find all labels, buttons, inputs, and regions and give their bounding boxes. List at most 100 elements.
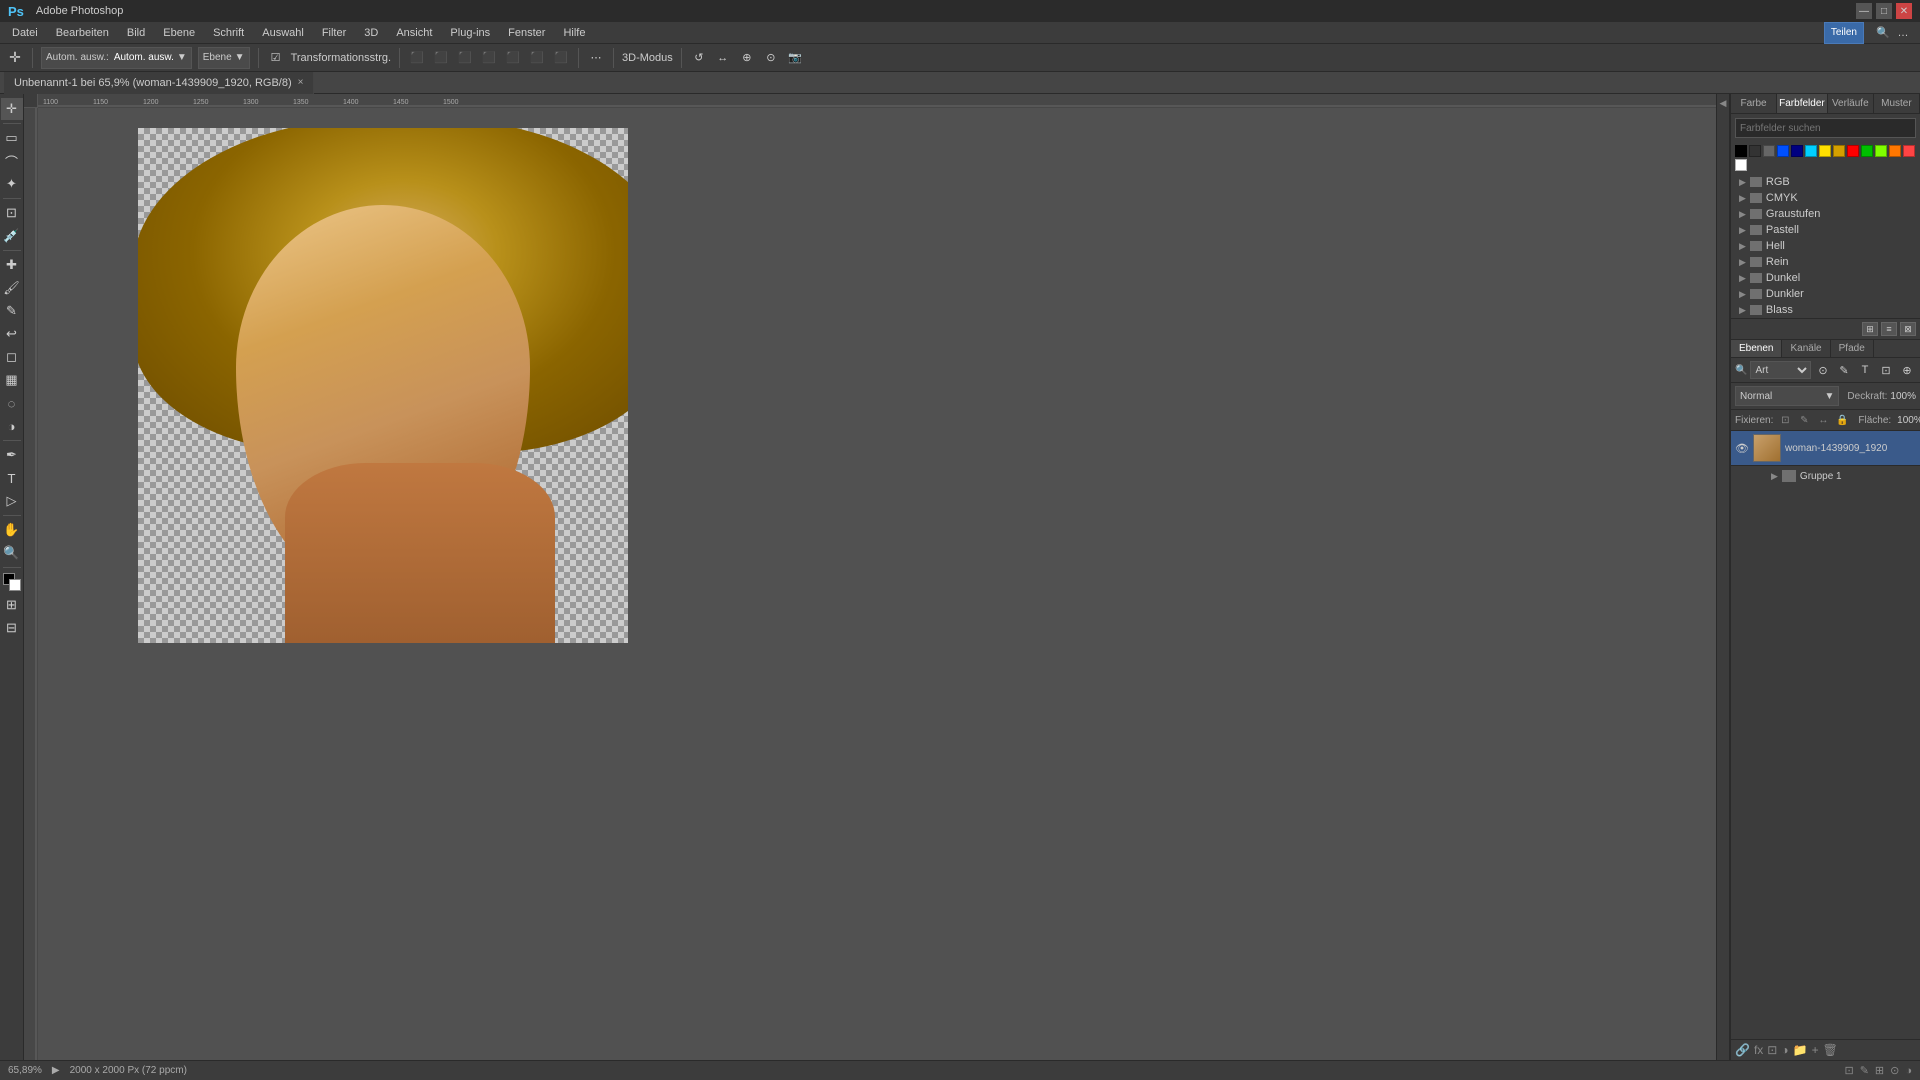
swatch-red[interactable] (1847, 145, 1859, 157)
swatch-cyan[interactable] (1805, 145, 1817, 157)
status-icon-5[interactable]: ◑ (1905, 1065, 1912, 1077)
lock-pixels-btn[interactable]: ⊡ (1777, 412, 1793, 428)
pen-tool[interactable]: ✒ (1, 444, 23, 466)
more-icon[interactable]: ⋯ (587, 49, 605, 67)
swatch-black[interactable] (1735, 145, 1747, 157)
lasso-tool[interactable]: ⌒ (1, 150, 23, 172)
align-middle-icon[interactable]: ⬛ (504, 49, 522, 67)
swatch-white[interactable] (1735, 159, 1747, 171)
color-group-rgb[interactable]: ▶ RGB (1731, 174, 1920, 190)
align-bottom-icon[interactable]: ⬛ (528, 49, 546, 67)
hand-tool[interactable]: ✋ (1, 519, 23, 541)
layer-effects-btn[interactable]: fx (1754, 1043, 1763, 1057)
distribute-icon[interactable]: ⬛ (552, 49, 570, 67)
swatch-orange[interactable] (1889, 145, 1901, 157)
extra-tools-2[interactable]: ⊟ (1, 617, 23, 639)
align-right-icon[interactable]: ⬛ (456, 49, 474, 67)
layer-item-photo[interactable]: 👁 woman-1439909_1920 (1731, 431, 1920, 466)
layer-filter-btn-3[interactable]: T (1856, 361, 1874, 379)
status-icon-3[interactable]: ⊞ (1875, 1064, 1884, 1077)
menu-datei[interactable]: Datei (4, 25, 46, 41)
color-group-hell[interactable]: ▶ Hell (1731, 238, 1920, 254)
layer-visibility-eye[interactable]: 👁 (1735, 441, 1749, 455)
selection-tool[interactable]: ▭ (1, 127, 23, 149)
color-search-input[interactable] (1735, 118, 1916, 138)
autom-dropdown[interactable]: Autom. ausw.: Autom. ausw. ▼ (41, 47, 192, 69)
menu-bearbeiten[interactable]: Bearbeiten (48, 25, 117, 41)
swatch-lime[interactable] (1875, 145, 1887, 157)
tab-muster[interactable]: Muster (1874, 94, 1920, 113)
history-tool[interactable]: ↩ (1, 323, 23, 345)
swatch-darkyellow[interactable] (1833, 145, 1845, 157)
document-tab[interactable]: Unbenannt-1 bei 65,9% (woman-1439909_192… (4, 72, 314, 94)
burn-tool[interactable]: ◑ (1, 415, 23, 437)
layer-type-filter[interactable]: Art (1750, 361, 1811, 379)
status-icon-4[interactable]: ⊙ (1890, 1064, 1899, 1077)
heal-tool[interactable]: ✚ (1, 254, 23, 276)
gradient-tool[interactable]: ▦ (1, 369, 23, 391)
options-icon[interactable]: … (1894, 24, 1912, 42)
stamp-tool[interactable]: ✎ (1, 300, 23, 322)
menu-fenster[interactable]: Fenster (500, 25, 553, 41)
color-group-cmyk[interactable]: ▶ CMYK (1731, 190, 1920, 206)
color-group-dunkel[interactable]: ▶ Dunkel (1731, 270, 1920, 286)
move-tool[interactable]: ✛ (1, 98, 23, 120)
tab-verlaeufe[interactable]: Verläufe (1828, 94, 1874, 113)
ebene-dropdown[interactable]: Ebene ▼ (198, 47, 250, 69)
color-group-rein[interactable]: ▶ Rein (1731, 254, 1920, 270)
lock-artboard-btn[interactable]: ↔ (1815, 412, 1831, 428)
canvas-area[interactable] (38, 108, 1716, 1060)
3d-cam-icon[interactable]: 📷 (786, 49, 804, 67)
swatch-blue[interactable] (1777, 145, 1789, 157)
layer-delete-btn[interactable]: 🗑 (1823, 1043, 1838, 1057)
zoom-tool[interactable]: 🔍 (1, 542, 23, 564)
search-icon[interactable]: 🔍 (1874, 24, 1892, 42)
teilen-button[interactable]: Teilen (1824, 22, 1864, 44)
flaehe-value[interactable]: 100% (1897, 415, 1920, 426)
menu-ansicht[interactable]: Ansicht (388, 25, 440, 41)
menu-hilfe[interactable]: Hilfe (555, 25, 593, 41)
swatch-gray[interactable] (1763, 145, 1775, 157)
shape-tool[interactable]: ▷ (1, 490, 23, 512)
layer-adj-btn[interactable]: ◑ (1781, 1043, 1788, 1057)
menu-auswahl[interactable]: Auswahl (254, 25, 312, 41)
lock-all-btn[interactable]: 🔒 (1834, 412, 1850, 428)
swatch-navy[interactable] (1791, 145, 1803, 157)
tab-ebenen[interactable]: Ebenen (1731, 340, 1782, 357)
layer-group-btn[interactable]: 📁 (1793, 1043, 1808, 1057)
swatch-yellow[interactable] (1819, 145, 1831, 157)
opacity-value[interactable]: 100% (1890, 391, 1916, 402)
menu-filter[interactable]: Filter (314, 25, 354, 41)
swatch-green[interactable] (1861, 145, 1873, 157)
crop-tool[interactable]: ⊡ (1, 202, 23, 224)
panel-list-icon[interactable]: ≡ (1881, 322, 1897, 336)
layer-new-btn[interactable]: + (1812, 1043, 1819, 1057)
menu-ebene[interactable]: Ebene (155, 25, 203, 41)
tab-close-button[interactable]: × (298, 77, 304, 88)
layer-filter-btn-2[interactable]: ✎ (1835, 361, 1853, 379)
3d-extra-icon[interactable]: ⊙ (762, 49, 780, 67)
align-top-icon[interactable]: ⬛ (480, 49, 498, 67)
menu-schrift[interactable]: Schrift (205, 25, 252, 41)
status-arrow[interactable]: ▶ (52, 1065, 60, 1076)
3d-zoom-icon[interactable]: ⊕ (738, 49, 756, 67)
panel-size-icon[interactable]: ⊠ (1900, 322, 1916, 336)
blur-tool[interactable]: ◌ (1, 392, 23, 414)
layer-filter-btn-4[interactable]: ⊡ (1877, 361, 1895, 379)
layer-filter-btn-1[interactable]: ⊙ (1814, 361, 1832, 379)
collapse-panel-button[interactable]: ◀ (1716, 94, 1730, 1060)
status-icon-2[interactable]: ✎ (1860, 1064, 1869, 1077)
color-group-pastell[interactable]: ▶ Pastell (1731, 222, 1920, 238)
layer-group-item[interactable]: 👁 ▶ Gruppe 1 (1731, 466, 1920, 486)
group-visibility-eye[interactable]: 👁 (1753, 469, 1767, 483)
swatch-lightred[interactable] (1903, 145, 1915, 157)
menu-plugins[interactable]: Plug-ins (442, 25, 498, 41)
foreground-color[interactable] (1, 571, 23, 593)
3d-pan-icon[interactable]: ↔ (714, 49, 732, 67)
align-center-icon[interactable]: ⬛ (432, 49, 450, 67)
maximize-button[interactable]: □ (1876, 3, 1892, 19)
transform-checkbox[interactable]: ☑ (267, 49, 285, 67)
group-expand-icon[interactable]: ▶ (1771, 471, 1778, 482)
magic-wand-tool[interactable]: ✦ (1, 173, 23, 195)
panel-grid-icon[interactable]: ⊞ (1862, 322, 1878, 336)
